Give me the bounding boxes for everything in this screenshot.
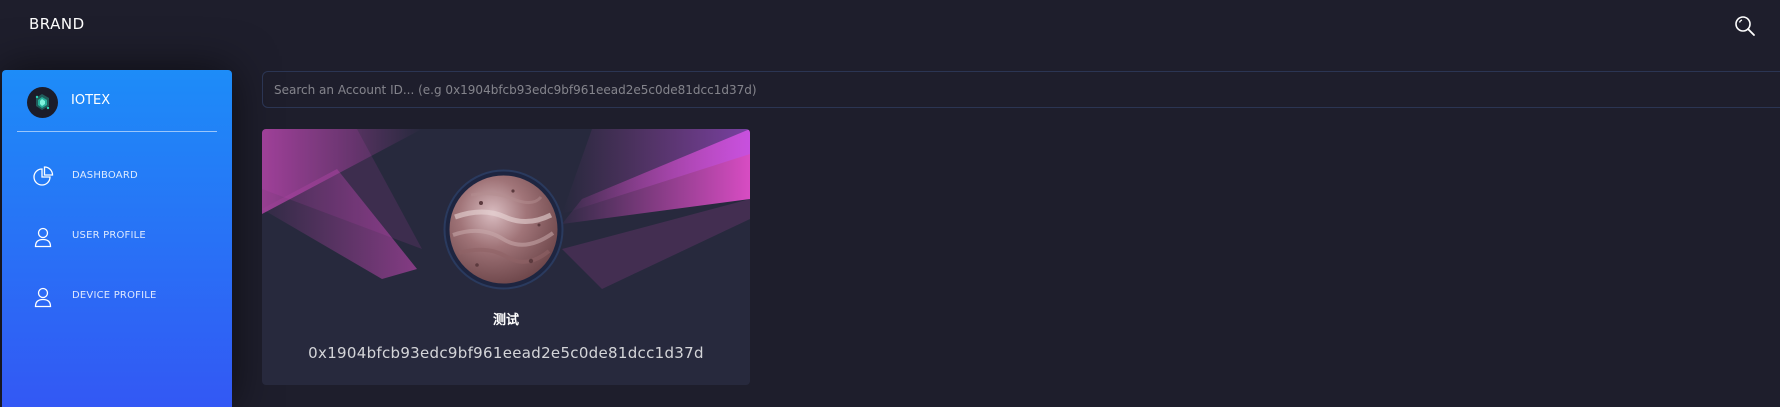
user-icon	[31, 285, 55, 309]
pie-chart-icon	[31, 165, 55, 189]
sidebar: IOTEX DASHBOARD USER PROFILE DEVICE PROF…	[2, 70, 232, 407]
sidebar-divider	[17, 131, 217, 132]
top-navbar: BRAND	[0, 0, 1780, 52]
sidebar-item-user-profile[interactable]: USER PROFILE	[17, 217, 217, 257]
profile-avatar[interactable]	[443, 169, 564, 290]
account-search-input[interactable]	[262, 71, 1780, 108]
sidebar-item-device-profile[interactable]: DEVICE PROFILE	[17, 277, 217, 317]
user-icon	[31, 225, 55, 249]
profile-address: 0x1904bfcb93edc9bf961eead2e5c0de81dcc1d3…	[308, 344, 704, 362]
sidebar-item-label: DEVICE PROFILE	[72, 290, 157, 301]
iotex-logo-icon[interactable]	[27, 87, 58, 118]
profile-name: 测试	[492, 313, 519, 328]
brand-link[interactable]: BRAND	[29, 15, 85, 33]
sidebar-title[interactable]: IOTEX	[71, 93, 110, 108]
sidebar-item-label: DASHBOARD	[72, 170, 138, 181]
search-icon[interactable]	[1733, 14, 1757, 38]
sidebar-item-label: USER PROFILE	[72, 230, 146, 241]
sidebar-item-dashboard[interactable]: DASHBOARD	[17, 157, 217, 197]
profile-card: 测试 0x1904bfcb93edc9bf961eead2e5c0de81dcc…	[262, 129, 750, 385]
